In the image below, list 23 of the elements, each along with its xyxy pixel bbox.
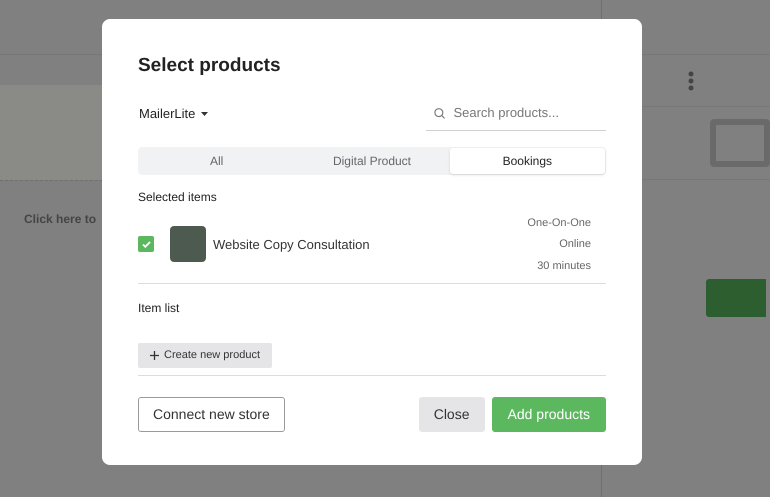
- close-button[interactable]: Close: [418, 397, 484, 432]
- item-detail: 30 minutes: [537, 258, 591, 274]
- photo-placeholder: [170, 226, 206, 262]
- tab[interactable]: Bookings: [450, 148, 605, 174]
- item-detail: One-On-One: [527, 216, 591, 230]
- plus-icon: [150, 351, 159, 360]
- caret-icon: [201, 112, 208, 116]
- store-dropdown[interactable]: MailerLite: [139, 104, 208, 124]
- hint-text: Click here to: [24, 212, 96, 226]
- item-detail: Online: [559, 237, 591, 252]
- create-button[interactable]: Create new product: [138, 343, 272, 368]
- dialog-title: Select products: [138, 54, 282, 78]
- tab[interactable]: Digital Product: [294, 148, 450, 174]
- section-heading: Item list: [138, 300, 180, 317]
- more-icon[interactable]: [688, 70, 694, 90]
- search-field[interactable]: Search products...: [453, 103, 598, 123]
- checkbox[interactable]: [138, 236, 154, 252]
- section-heading: Selected items: [138, 188, 218, 206]
- item-name: Website Copy Consultation: [213, 236, 370, 254]
- search-icon: [434, 106, 446, 120]
- tab[interactable]: All: [139, 148, 294, 174]
- connect-button[interactable]: Connect new store: [138, 397, 285, 432]
- check-icon: [142, 240, 150, 248]
